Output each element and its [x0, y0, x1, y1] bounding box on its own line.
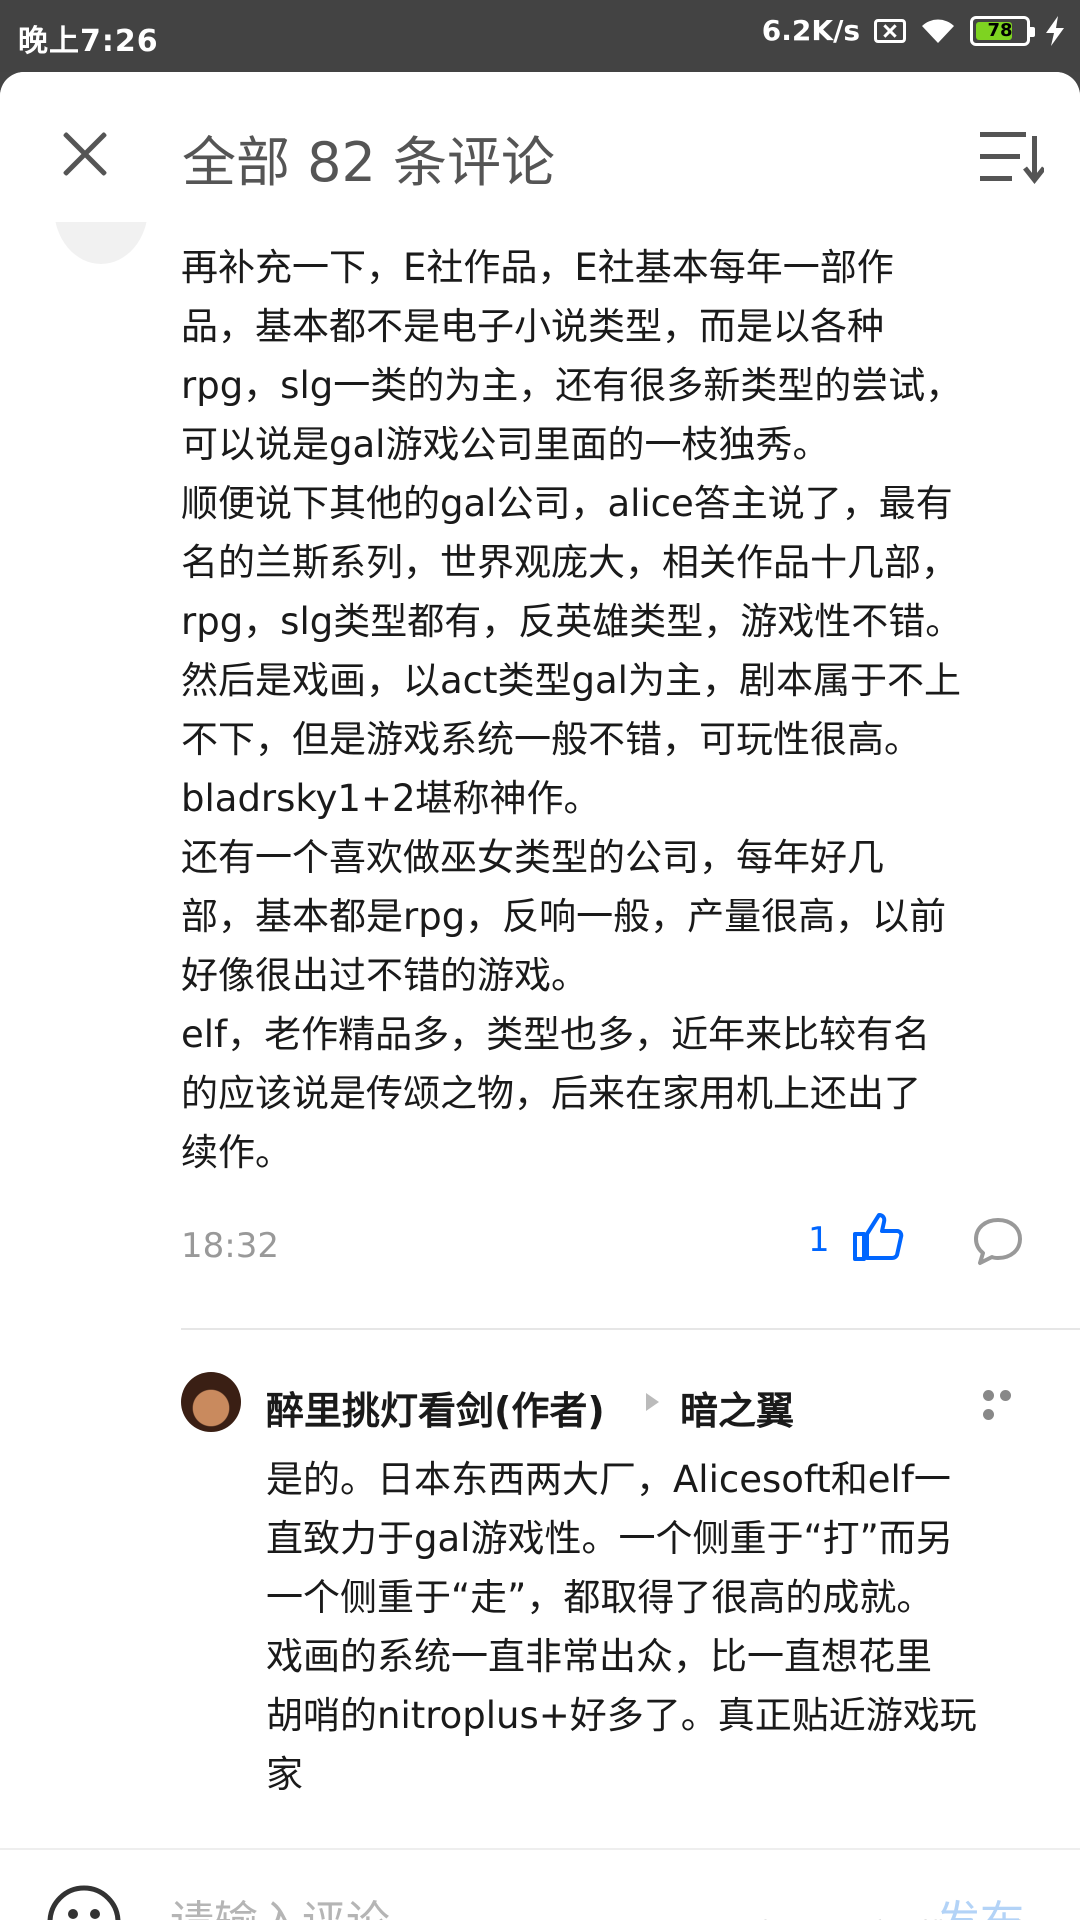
- comment-list[interactable]: 再补充一下，E社作品，E社基本每年一部作 品，基本都不是电子小说类型，而是以各种…: [0, 222, 1080, 1848]
- status-icons: 6.2K/s 78: [762, 14, 1066, 47]
- more-icon[interactable]: [983, 1386, 1033, 1420]
- comment-author[interactable]: 醉里挑灯看剑(作者): [266, 1380, 605, 1435]
- reply-target-user[interactable]: 暗之翼: [680, 1380, 794, 1435]
- reply-arrow-icon: [646, 1393, 659, 1411]
- battery-icon: 78: [970, 15, 1035, 46]
- divider: [181, 1328, 1080, 1330]
- comment-input[interactable]: [168, 1888, 732, 1920]
- avatar[interactable]: [181, 1372, 241, 1432]
- comment-input-bar: 知乎 @醉里挑灯看剑 发布: [0, 1848, 1080, 1920]
- status-time: 晚上7:26: [18, 24, 159, 59]
- status-bar: 晚上7:26 6.2K/s 78: [0, 0, 1080, 72]
- comment-bubble-icon[interactable]: [972, 1216, 1024, 1266]
- wifi-icon: [922, 19, 954, 43]
- comment-text: 再补充一下，E社作品，E社基本每年一部作 品，基本都不是电子小说类型，而是以各种…: [181, 246, 963, 1174]
- network-speed: 6.2K/s: [761, 14, 860, 47]
- publish-button[interactable]: 发布: [936, 1886, 1024, 1920]
- page-title: 全部 82 条评论: [182, 131, 556, 194]
- charging-icon: [1046, 15, 1064, 46]
- emoji-icon[interactable]: [46, 1884, 122, 1920]
- close-icon[interactable]: [58, 127, 112, 181]
- avatar[interactable]: [54, 222, 148, 264]
- no-sim-icon: [874, 18, 906, 43]
- battery-level: 78: [987, 20, 1013, 41]
- like-count: 1: [808, 1220, 830, 1260]
- comment-text: 是的。日本东西两大厂，Alicesoft和elf一 直致力于gal游戏性。一个侧…: [266, 1458, 977, 1796]
- sort-icon[interactable]: [980, 130, 1044, 184]
- comments-sheet: 全部 82 条评论 再补充一下，E社作品，E社基本每年一部作 品，基本都不是电子…: [0, 72, 1080, 1920]
- sheet-header: 全部 82 条评论: [0, 72, 1080, 222]
- comment-time: 18:32: [181, 1226, 279, 1266]
- thumbs-up-icon[interactable]: [852, 1212, 904, 1262]
